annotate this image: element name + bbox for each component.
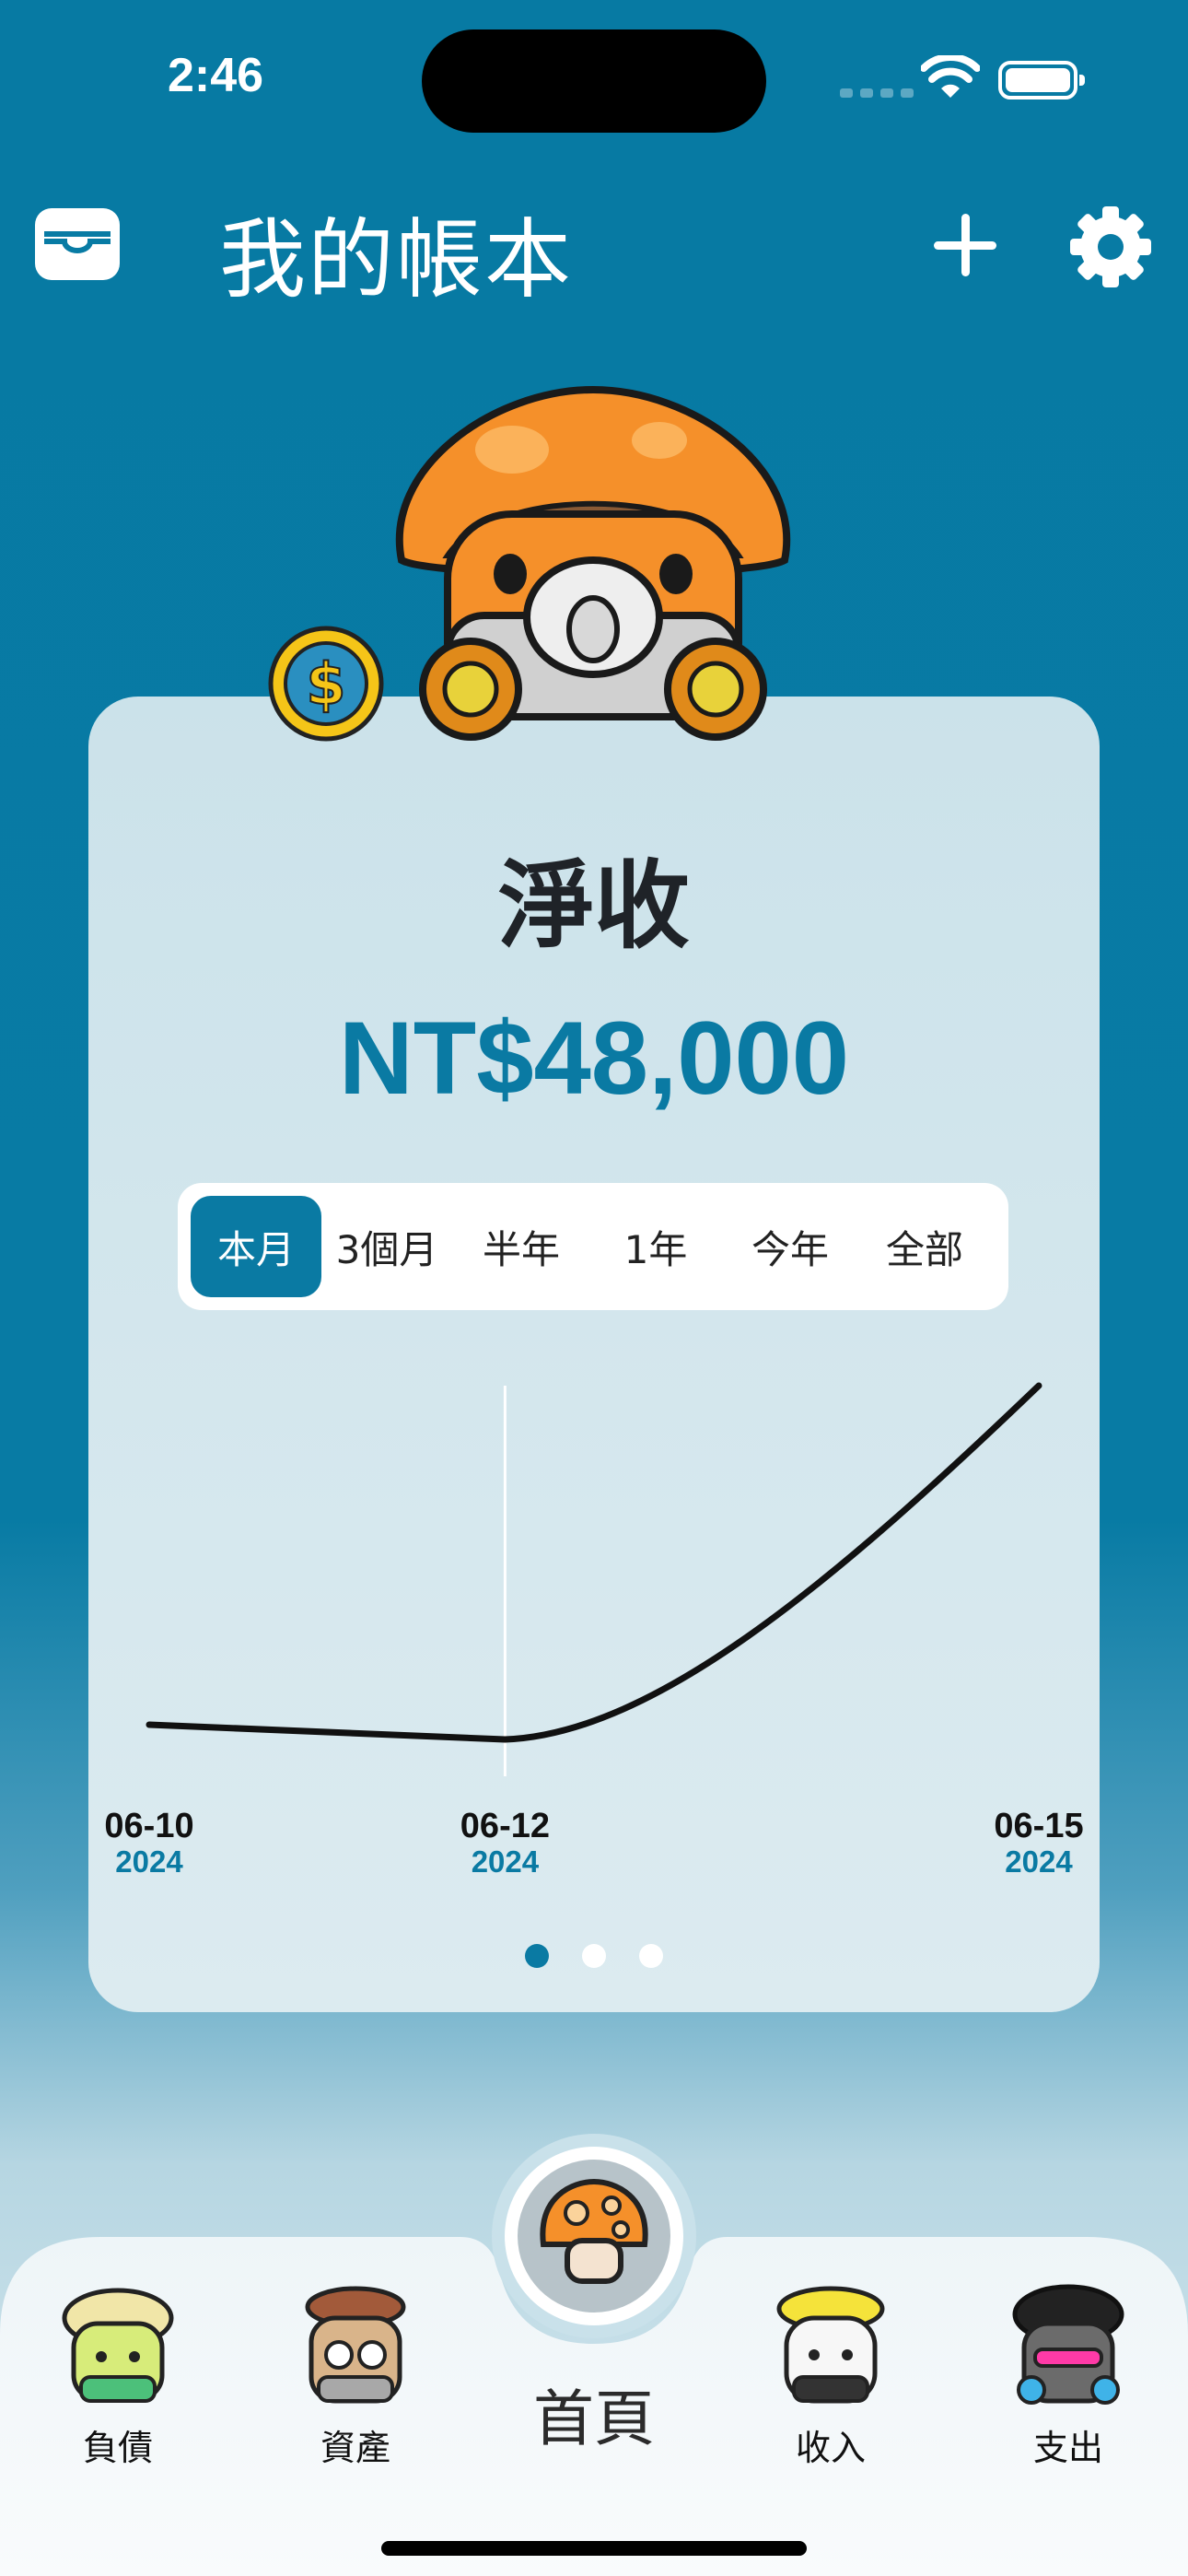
card-title: 淨收 bbox=[497, 849, 690, 962]
net-income-chart[interactable]: 06-10202406-12202406-152024 bbox=[88, 1364, 1100, 1898]
x-tick-year: 2024 bbox=[1005, 1844, 1073, 1879]
range-this-month[interactable]: 本月 bbox=[191, 1196, 321, 1297]
mushroom-mascot-icon bbox=[395, 385, 791, 741]
range-selector: 本月 3個月 半年 1年 今年 全部 bbox=[178, 1183, 1008, 1310]
mushroom-home-icon bbox=[540, 2178, 648, 2284]
tab-home-label[interactable]: 首頁 bbox=[502, 2370, 686, 2458]
x-tick-date: 06-10 bbox=[104, 1807, 193, 1845]
page-title: 我的帳本 bbox=[219, 210, 574, 310]
status-time: 2:46 bbox=[168, 49, 264, 102]
range-1-year[interactable]: 1年 bbox=[590, 1196, 721, 1297]
dynamic-island bbox=[422, 29, 766, 133]
tab-label: 資產 bbox=[320, 2428, 390, 2468]
home-indicator bbox=[381, 2541, 807, 2556]
page-dot[interactable] bbox=[582, 1944, 606, 1968]
x-tick-date: 06-12 bbox=[460, 1807, 550, 1845]
mushroom-debt-icon bbox=[62, 2288, 174, 2403]
net-income-amount: NT$48,000 bbox=[338, 1001, 850, 1116]
chart-series-line bbox=[146, 1382, 1042, 1743]
battery-icon bbox=[998, 61, 1085, 100]
add-button[interactable] bbox=[930, 210, 1000, 280]
home-button-inner bbox=[518, 2160, 670, 2313]
range-half-year[interactable]: 半年 bbox=[456, 1196, 587, 1297]
mushroom-income-icon bbox=[776, 2286, 885, 2404]
x-tick-date: 06-15 bbox=[994, 1807, 1083, 1845]
x-tick-year: 2024 bbox=[115, 1844, 183, 1879]
cellular-signal-icon bbox=[840, 88, 914, 98]
tab-income[interactable]: 收入 bbox=[739, 2281, 923, 2470]
range-all[interactable]: 全部 bbox=[859, 1196, 990, 1297]
tab-assets[interactable]: 資產 bbox=[263, 2281, 448, 2470]
page-indicator[interactable] bbox=[525, 1944, 663, 1968]
tab-label: 收入 bbox=[795, 2428, 866, 2468]
tab-expense[interactable]: 支出 bbox=[976, 2281, 1160, 2470]
svg-text:$: $ bbox=[306, 650, 345, 718]
wifi-icon bbox=[921, 55, 980, 98]
mushroom-expense-icon bbox=[1012, 2284, 1124, 2405]
x-tick-year: 2024 bbox=[472, 1844, 540, 1879]
coin-icon: $ bbox=[268, 626, 384, 742]
page-dot[interactable] bbox=[525, 1944, 549, 1968]
tab-label: 負債 bbox=[82, 2428, 153, 2468]
tab-label: 支出 bbox=[1032, 2428, 1103, 2468]
range-3-months[interactable]: 3個月 bbox=[321, 1196, 452, 1297]
tab-home[interactable] bbox=[505, 2147, 683, 2325]
tab-debt[interactable]: 負債 bbox=[26, 2281, 210, 2470]
wallet-icon[interactable] bbox=[33, 206, 122, 282]
range-this-year[interactable]: 今年 bbox=[725, 1196, 856, 1297]
gear-icon[interactable] bbox=[1068, 205, 1153, 289]
mushroom-assets-icon bbox=[305, 2286, 406, 2404]
page-dot[interactable] bbox=[639, 1944, 663, 1968]
